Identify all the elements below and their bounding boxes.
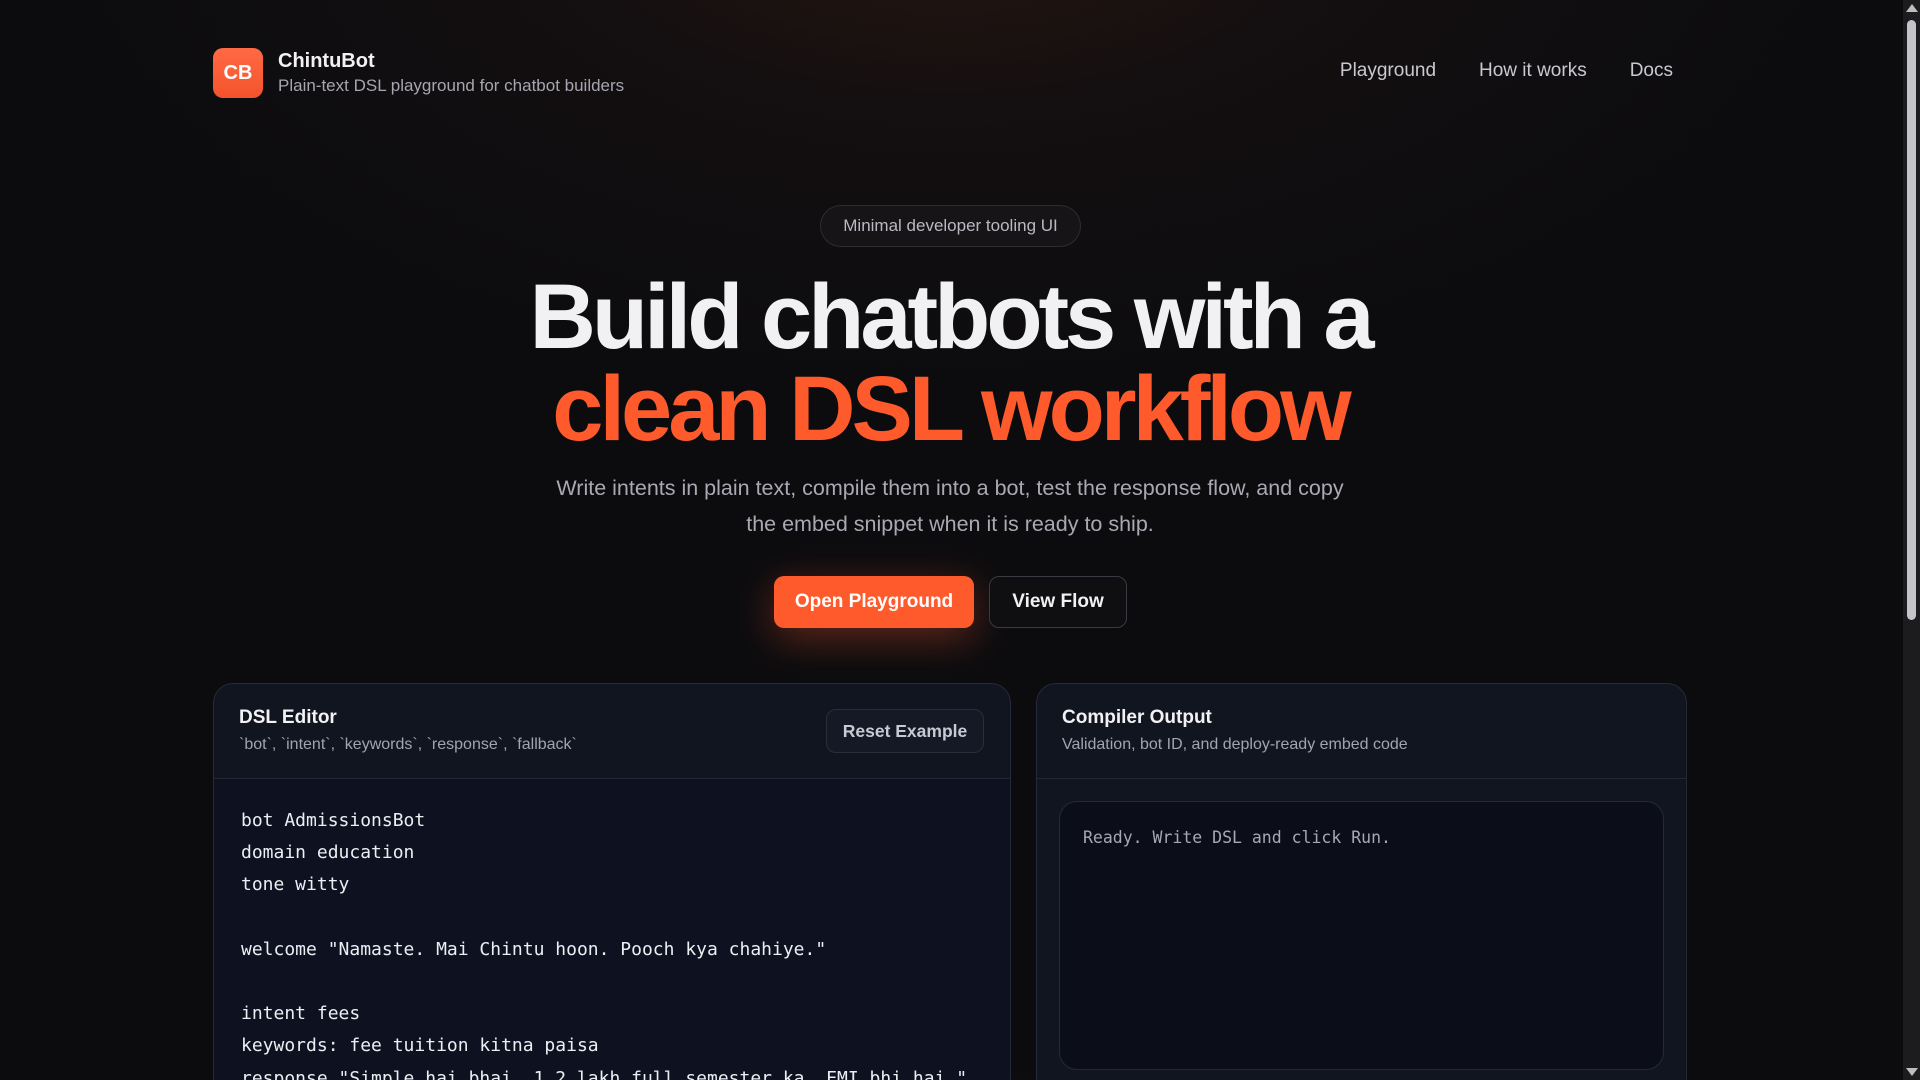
open-playground-button[interactable]: Open Playground xyxy=(774,576,974,628)
code-line: tone witty xyxy=(241,874,350,896)
logo[interactable]: CB xyxy=(213,48,263,98)
output-panel-subtitle: Validation, bot ID, and deploy-ready emb… xyxy=(1062,736,1408,753)
code-line: intent fees xyxy=(241,1003,361,1025)
editor-panel-header: DSL Editor `bot`, `intent`, `keywords`, … xyxy=(214,684,1010,779)
code-line: response "Simple hai bhai. 1.2 lakh full… xyxy=(241,1067,968,1080)
page-scrollbar[interactable] xyxy=(1903,0,1920,1080)
brand-text: ChintuBot Plain-text DSL playground for … xyxy=(278,49,624,98)
brand[interactable]: CB ChintuBot Plain-text DSL playground f… xyxy=(213,48,624,98)
brand-tagline: Plain-text DSL playground for chatbot bu… xyxy=(278,75,625,95)
scrollbar-thumb[interactable] xyxy=(1907,20,1916,620)
dsl-editor-panel: DSL Editor `bot`, `intent`, `keywords`, … xyxy=(213,683,1011,1080)
dsl-code-editor[interactable]: bot AdmissionsBot domain education tone … xyxy=(214,779,1010,1080)
view-flow-button[interactable]: View Flow xyxy=(989,576,1127,628)
nav-link-docs[interactable]: Docs xyxy=(1630,60,1673,82)
reset-example-button[interactable]: Reset Example xyxy=(826,709,984,753)
nav-link-how-it-works[interactable]: How it works xyxy=(1479,60,1587,82)
scroll-down-arrow-icon[interactable] xyxy=(1906,1068,1918,1076)
output-panel-title: Compiler Output xyxy=(1062,707,1212,728)
code-line: keywords: fee tuition kitna paisa xyxy=(241,1035,599,1057)
hero-subtitle: Write intents in plain text, compile the… xyxy=(556,476,1344,536)
compiler-output-box: Ready. Write DSL and click Run. xyxy=(1059,801,1664,1070)
code-line: bot AdmissionsBot xyxy=(241,810,426,831)
compiler-output-panel: Compiler Output Validation, bot ID, and … xyxy=(1036,683,1687,1080)
code-line: welcome "Namaste. Mai Chintu hoon. Pooch… xyxy=(241,938,827,960)
scroll-up-arrow-icon[interactable] xyxy=(1906,4,1918,12)
site-header: CB ChintuBot Plain-text DSL playground f… xyxy=(213,48,1673,98)
code-line: domain education xyxy=(241,842,415,864)
main-nav: Playground How it works Docs xyxy=(1340,60,1673,82)
hero-title-line2: clean DSL workflow xyxy=(552,358,1351,460)
nav-link-playground[interactable]: Playground xyxy=(1340,60,1436,82)
output-panel-header: Compiler Output Validation, bot ID, and … xyxy=(1037,684,1686,779)
brand-name: ChintuBot xyxy=(278,49,375,72)
hero-badge: Minimal developer tooling UI xyxy=(820,205,1081,247)
